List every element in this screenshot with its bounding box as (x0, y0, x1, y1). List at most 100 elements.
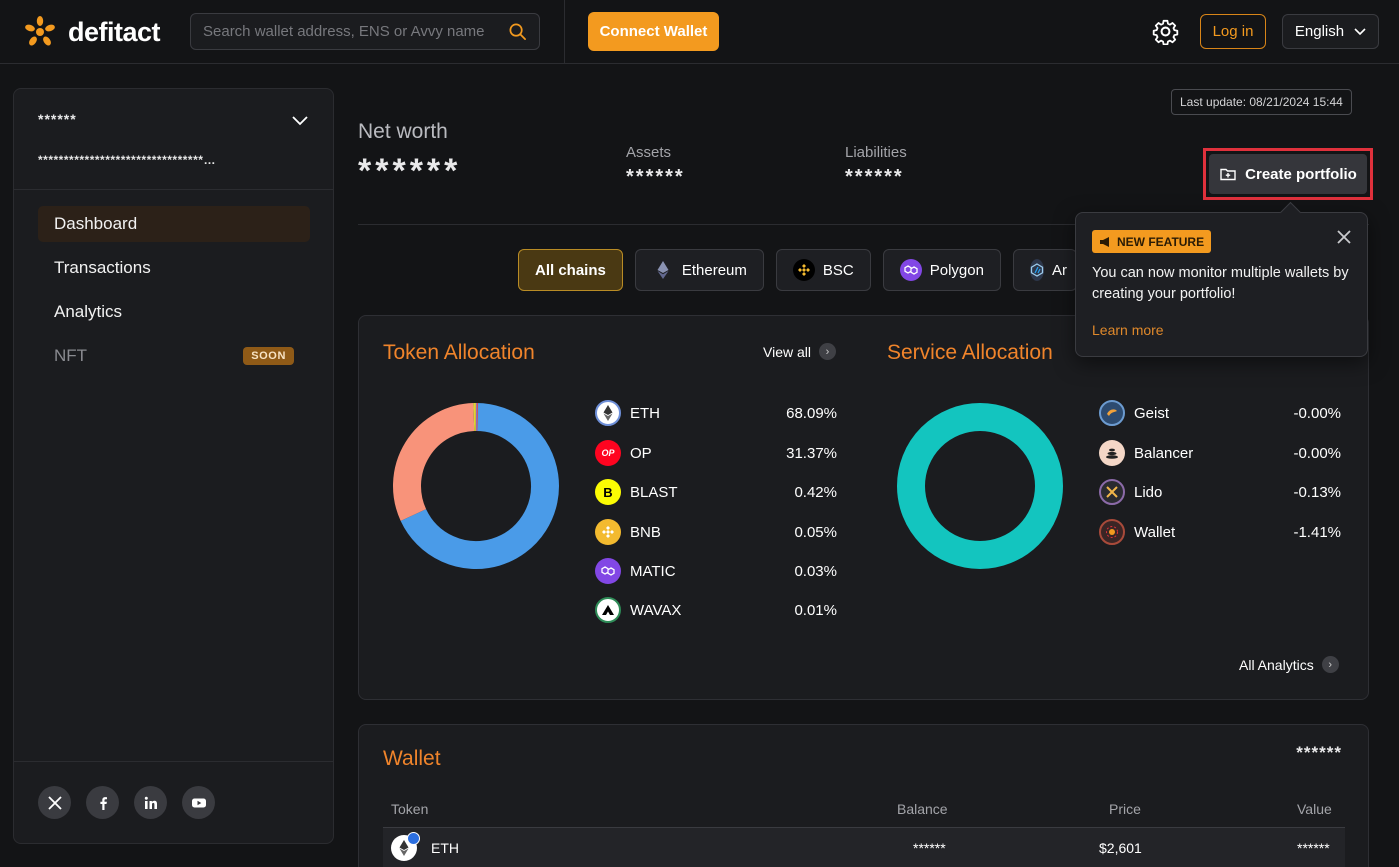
assets-value: ****** (626, 166, 685, 188)
sidebar-item-transactions[interactable]: Transactions (38, 250, 310, 286)
liabilities-value: ****** (845, 166, 904, 188)
legend-item-geist: Geist -0.00% (1099, 398, 1341, 428)
lido-icon (1099, 479, 1125, 505)
legend-item-matic: MATIC 0.03% (595, 556, 837, 586)
balancer-icon (1099, 440, 1125, 466)
token-name: OP (630, 444, 652, 462)
x-icon[interactable] (38, 786, 71, 819)
chain-filter-all[interactable]: All chains (518, 249, 623, 291)
legend-item-bnb: BNB 0.05% (595, 517, 837, 547)
search-box[interactable] (190, 13, 540, 50)
service-name: Balancer (1134, 444, 1194, 462)
column-header-price: Price (1109, 801, 1141, 817)
token-name: BLAST (630, 483, 678, 501)
op-icon: OP (595, 440, 621, 466)
service-name: Geist (1134, 404, 1170, 422)
folder-plus-icon (1220, 168, 1236, 181)
column-header-token: Token (391, 801, 429, 817)
service-name: Lido (1134, 483, 1163, 501)
sidebar: ****** ********************************…… (13, 88, 334, 844)
sidebar-item-dashboard[interactable]: Dashboard (38, 206, 310, 242)
wallet-card: Wallet ****** Token Balance Price Value … (358, 724, 1369, 867)
sidebar-item-analytics[interactable]: Analytics (38, 294, 310, 330)
account-address: ********************************… (38, 153, 216, 167)
sidebar-nav: Dashboard Transactions Analytics NFT SOO… (38, 206, 310, 382)
service-percentage: -0.13% (1293, 483, 1341, 501)
tooltip-text: You can now monitor multiple wallets by … (1092, 265, 1349, 302)
wavax-icon (595, 597, 621, 623)
chain-label: All chains (535, 261, 606, 279)
token-name: ETH (630, 404, 660, 422)
language-label: English (1294, 23, 1345, 40)
service-percentage: -0.00% (1293, 404, 1341, 422)
login-button[interactable]: Log in (1200, 14, 1266, 49)
view-all-link[interactable]: View all › (763, 343, 836, 360)
chain-filter-arbitrum[interactable]: Ar (1012, 249, 1077, 291)
chain-badge-icon (407, 832, 420, 845)
sidebar-item-label: Transactions (54, 258, 151, 277)
assets-label: Assets (626, 144, 672, 161)
legend-item-wallet: Wallet -1.41% (1099, 517, 1341, 547)
gear-icon[interactable] (1152, 18, 1179, 45)
linkedin-icon[interactable] (134, 786, 167, 819)
token-name: WAVAX (630, 601, 682, 619)
token-allocation-donut (393, 403, 559, 569)
table-row[interactable]: ETH ****** $2,601 ****** (383, 827, 1345, 867)
legend-item-balancer: Balancer -0.00% (1099, 438, 1341, 468)
youtube-icon[interactable] (182, 786, 215, 819)
liabilities-label: Liabilities (845, 144, 907, 161)
allocation-card: Token Allocation View all › ETH 68.09% O… (358, 315, 1369, 700)
geist-icon (1099, 400, 1125, 426)
matic-icon (595, 558, 621, 584)
service-allocation-donut (897, 403, 1063, 569)
defitact-logo-icon (25, 16, 55, 46)
column-header-balance: Balance (897, 801, 948, 817)
service-ring (897, 403, 1063, 569)
chain-filter-polygon[interactable]: Polygon (882, 249, 1001, 291)
soon-badge: SOON (243, 347, 294, 365)
create-portfolio-button[interactable]: Create portfolio (1209, 154, 1367, 194)
view-all-label: View all (763, 343, 811, 360)
service-percentage: -1.41% (1293, 523, 1341, 541)
legend-item-eth: ETH 68.09% (595, 398, 837, 428)
column-header-value: Value (1297, 801, 1332, 817)
arbitrum-icon (1029, 259, 1044, 281)
value-cell: ****** (1297, 840, 1330, 856)
search-icon[interactable] (508, 22, 527, 41)
all-analytics-link[interactable]: All Analytics › (1239, 656, 1339, 673)
chevron-right-icon: › (819, 343, 836, 360)
header-divider (564, 0, 565, 64)
chain-label: Polygon (929, 261, 984, 279)
facebook-icon[interactable] (86, 786, 119, 819)
new-feature-tooltip: NEW FEATURE You can now monitor multiple… (1075, 212, 1368, 357)
connect-wallet-button[interactable]: Connect Wallet (588, 12, 719, 51)
legend-item-blast: B BLAST 0.42% (595, 477, 837, 507)
chain-filter-bsc[interactable]: BSC (775, 249, 871, 291)
learn-more-link[interactable]: Learn more (1092, 322, 1164, 338)
blast-icon: B (595, 479, 621, 505)
logo[interactable]: defitact (22, 14, 161, 50)
sidebar-item-nft: NFT SOON (38, 338, 310, 374)
token-percentage: 31.37% (786, 444, 837, 462)
legend-item-lido: Lido -0.13% (1099, 477, 1341, 507)
sidebar-item-label: Dashboard (54, 214, 138, 233)
account-selector[interactable]: ****** ********************************… (14, 89, 333, 190)
create-portfolio-highlight: Create portfolio (1203, 148, 1373, 200)
sidebar-item-label: Analytics (54, 302, 123, 321)
wallet-title: Wallet (383, 747, 441, 770)
megaphone-icon (1100, 236, 1109, 247)
create-portfolio-label: Create portfolio (1245, 165, 1357, 183)
language-select[interactable]: English (1282, 14, 1379, 49)
close-icon[interactable] (1335, 228, 1353, 246)
polygon-icon (899, 259, 922, 281)
chain-filter-ethereum[interactable]: Ethereum (634, 249, 764, 291)
new-feature-badge: NEW FEATURE (1092, 230, 1212, 253)
eth-icon (595, 400, 621, 426)
search-input[interactable] (203, 23, 508, 40)
chain-label: BSC (822, 261, 854, 279)
wallet-service-icon (1099, 519, 1125, 545)
token-cell: ETH (431, 840, 459, 856)
chevron-down-icon[interactable] (289, 109, 311, 131)
balance-cell: ****** (913, 840, 946, 856)
net-worth-value: ****** (358, 152, 462, 190)
